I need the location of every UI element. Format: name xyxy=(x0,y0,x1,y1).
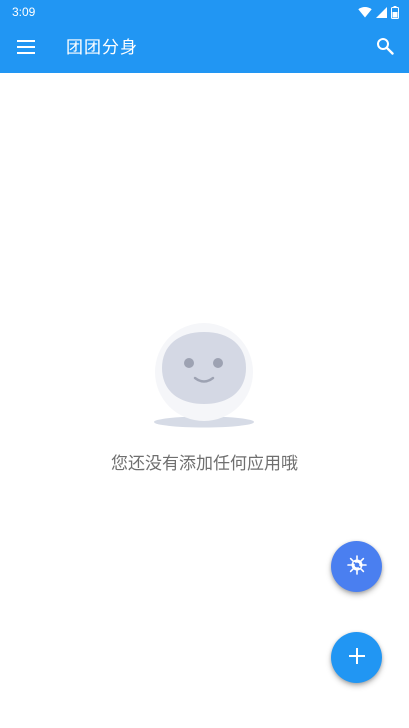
search-icon xyxy=(376,37,394,59)
empty-state-message: 您还没有添加任何应用哦 xyxy=(111,454,298,474)
plus-icon xyxy=(348,647,365,668)
virus-action-button[interactable] xyxy=(331,541,382,592)
app-title: 团团分身 xyxy=(66,38,138,58)
status-icons xyxy=(358,4,399,20)
cellular-signal-icon xyxy=(376,6,387,18)
battery-icon xyxy=(391,5,399,19)
smiling-face-icon xyxy=(150,323,258,438)
app-screen: 3:09 团团分身 您还没有添加任何应用哦 xyxy=(0,0,409,728)
search-button[interactable] xyxy=(371,34,399,62)
status-bar: 3:09 xyxy=(0,0,409,24)
empty-state-illustration xyxy=(150,322,258,434)
app-bar: 团团分身 xyxy=(0,24,409,73)
status-time: 3:09 xyxy=(12,5,36,19)
add-app-button[interactable] xyxy=(331,632,382,683)
hamburger-menu-icon xyxy=(17,39,35,58)
wifi-icon xyxy=(358,6,372,18)
virus-icon xyxy=(346,554,367,579)
menu-button[interactable] xyxy=(12,34,40,62)
